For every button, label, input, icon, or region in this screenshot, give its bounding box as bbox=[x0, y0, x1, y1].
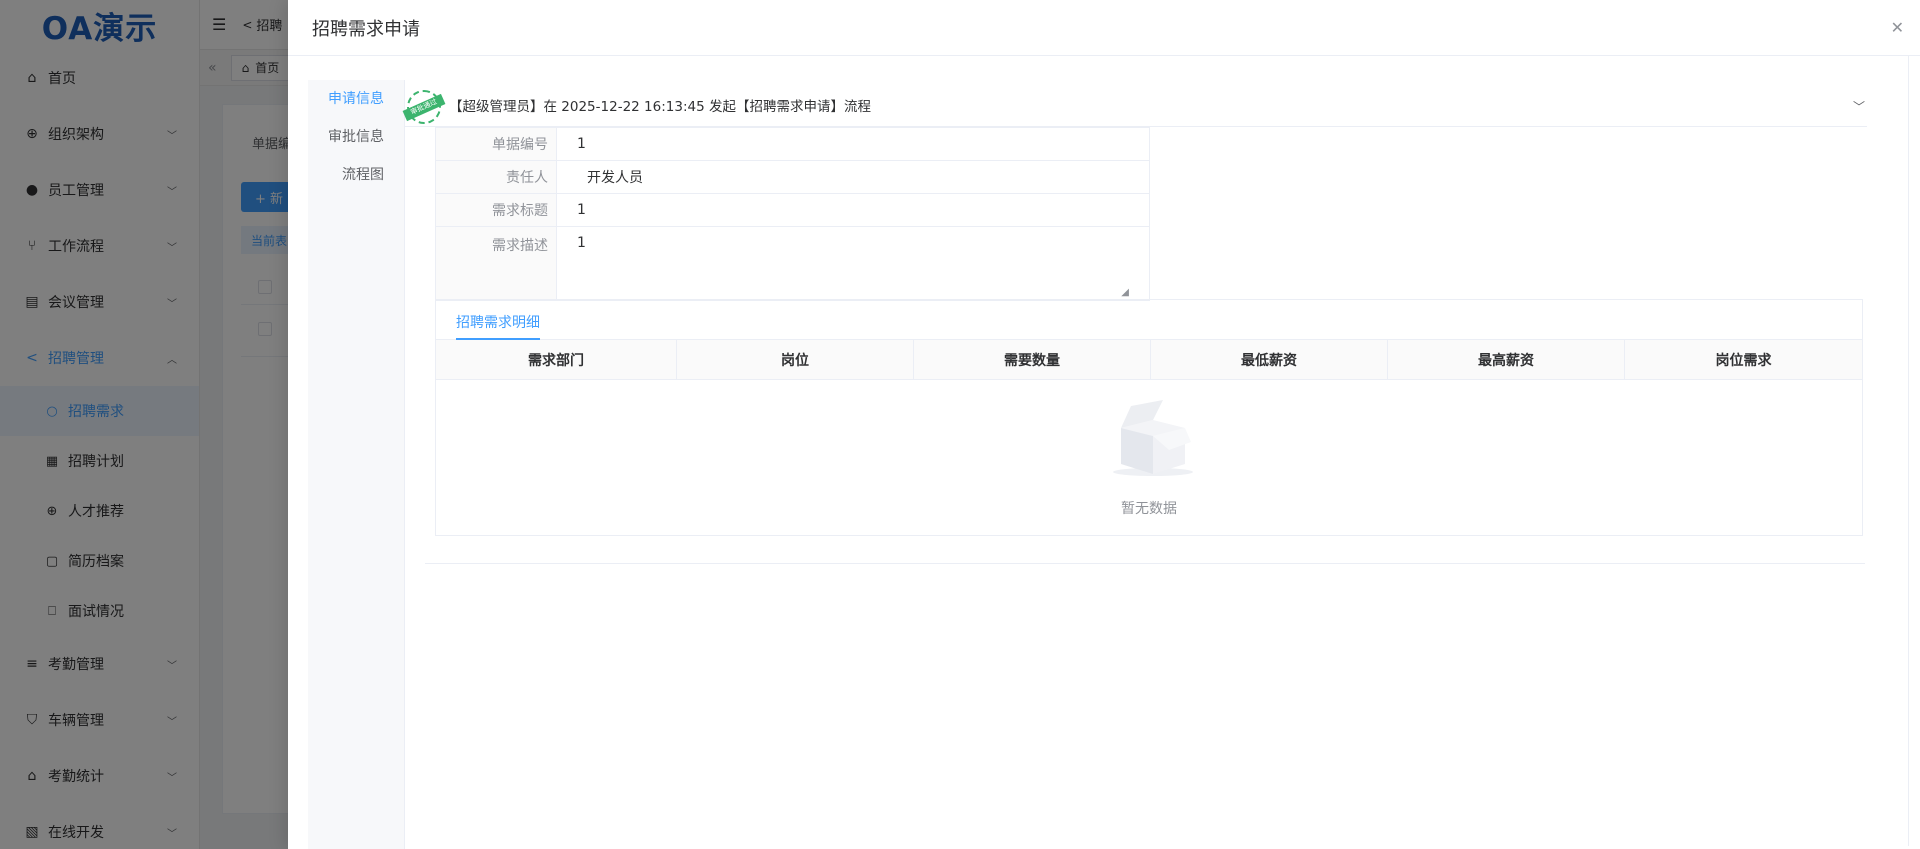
form-value-doc-no: 1 bbox=[556, 127, 1150, 161]
close-icon[interactable]: ✕ bbox=[1891, 18, 1904, 37]
empty-state: 暂无数据 bbox=[436, 380, 1862, 535]
form-table: 单据编号 1 责任人 开发人员 需求标题 1 需求描述 1 ◢ bbox=[435, 127, 1150, 301]
form-row: 责任人 开发人员 bbox=[435, 160, 1150, 194]
detail-tabs: 招聘需求明细 bbox=[436, 300, 1862, 340]
detail-table-header: 需求部门 岗位 需要数量 最低薪资 最高薪资 岗位需求 bbox=[436, 340, 1862, 380]
nav-flowchart[interactable]: 流程图 bbox=[308, 156, 404, 194]
description-text: 1 bbox=[577, 235, 586, 251]
process-info-text: 【超级管理员】在 2025-12-22 16:13:45 发起【招聘需求申请】流… bbox=[449, 99, 871, 115]
scrollbar[interactable] bbox=[1908, 56, 1916, 846]
form-value-owner: 开发人员 bbox=[556, 160, 1150, 194]
empty-text: 暂无数据 bbox=[1121, 501, 1177, 517]
empty-box-icon bbox=[1113, 400, 1193, 476]
column-header[interactable]: 最高薪资 bbox=[1388, 340, 1625, 379]
tab-recruit-detail[interactable]: 招聘需求明细 bbox=[456, 308, 540, 340]
form-label: 单据编号 bbox=[435, 127, 557, 161]
resize-handle-icon[interactable]: ◢ bbox=[1121, 287, 1129, 298]
detail-section: 招聘需求明细 需求部门 岗位 需要数量 最低薪资 最高薪资 岗位需求 暂无数据 bbox=[435, 299, 1863, 536]
approved-stamp-icon: 审批通过 bbox=[402, 90, 446, 124]
form-row: 需求标题 1 bbox=[435, 193, 1150, 227]
column-header[interactable]: 最低薪资 bbox=[1151, 340, 1388, 379]
column-header[interactable]: 岗位需求 bbox=[1625, 340, 1862, 379]
process-info[interactable]: 审批通过 【超级管理员】在 2025-12-22 16:13:45 发起【招聘需… bbox=[402, 84, 1867, 127]
chevron-down-icon[interactable]: ﹀ bbox=[1853, 98, 1865, 115]
form-row: 单据编号 1 bbox=[435, 127, 1150, 161]
form-label: 责任人 bbox=[435, 160, 557, 194]
column-header[interactable]: 需要数量 bbox=[914, 340, 1151, 379]
form-row: 需求描述 1 ◢ bbox=[435, 226, 1150, 301]
drawer-side-nav: 申请信息 审批信息 流程图 bbox=[308, 80, 405, 849]
form-label: 需求标题 bbox=[435, 193, 557, 227]
column-header[interactable]: 岗位 bbox=[677, 340, 914, 379]
drawer-header: 招聘需求申请 ✕ bbox=[288, 0, 1920, 56]
form-value-title: 1 bbox=[556, 193, 1150, 227]
divider bbox=[425, 563, 1865, 564]
drawer: 招聘需求申请 ✕ 申请信息 审批信息 流程图 审批通过 【超级管理员】在 202… bbox=[288, 0, 1920, 849]
column-header[interactable]: 需求部门 bbox=[436, 340, 677, 379]
nav-apply-info[interactable]: 申请信息 bbox=[308, 80, 404, 118]
nav-approve-info[interactable]: 审批信息 bbox=[308, 118, 404, 156]
form-value-description[interactable]: 1 ◢ bbox=[556, 226, 1150, 301]
form-label: 需求描述 bbox=[435, 226, 557, 301]
drawer-title: 招聘需求申请 bbox=[312, 18, 420, 40]
